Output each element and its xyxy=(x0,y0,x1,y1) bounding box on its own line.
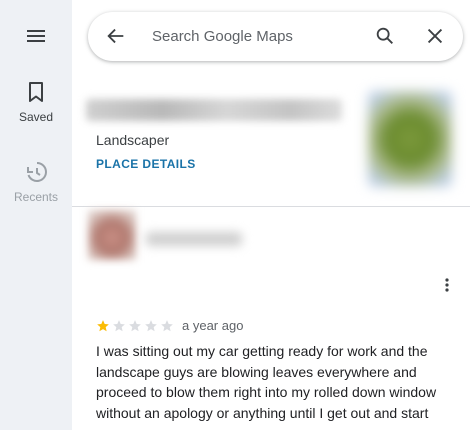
search-input[interactable] xyxy=(152,22,372,50)
review-rating xyxy=(96,319,174,333)
hamburger-menu-icon xyxy=(27,30,45,42)
saved-label: Saved xyxy=(18,110,54,124)
search-icon xyxy=(376,27,393,44)
bookmark-icon xyxy=(29,82,43,102)
more-vert-icon xyxy=(445,278,449,292)
more-options-button[interactable] xyxy=(440,276,454,299)
clear-search-button[interactable] xyxy=(424,25,446,52)
back-button[interactable] xyxy=(105,25,127,52)
star-empty-icon xyxy=(113,320,125,332)
reviewer-name-redacted[interactable] xyxy=(146,232,242,246)
place-details-link[interactable]: PLACE DETAILS xyxy=(96,157,196,171)
recents-label: Recents xyxy=(13,190,59,204)
star-empty-icon xyxy=(161,320,173,332)
history-icon xyxy=(27,162,47,182)
place-photo[interactable] xyxy=(368,91,452,187)
menu-button[interactable] xyxy=(0,24,72,48)
search-button[interactable] xyxy=(374,25,396,52)
reviewer-avatar[interactable] xyxy=(88,210,136,260)
search-box xyxy=(88,12,463,61)
place-title-redacted xyxy=(86,99,342,121)
saved-button[interactable]: Saved xyxy=(0,80,72,124)
side-panel: Landscaper PLACE DETAILS a year ago I wa… xyxy=(72,0,470,430)
recents-button[interactable]: Recents xyxy=(0,160,72,204)
review-date: a year ago xyxy=(182,318,244,333)
star-empty-icon xyxy=(145,320,157,332)
close-icon xyxy=(427,28,443,44)
arrow-back-icon xyxy=(107,28,124,44)
place-category: Landscaper xyxy=(96,132,170,148)
star-empty-icon xyxy=(129,320,141,332)
place-card[interactable]: Landscaper PLACE DETAILS xyxy=(72,85,470,207)
review-text: I was sitting out my car getting ready f… xyxy=(96,343,437,421)
star-filled-icon xyxy=(97,320,109,332)
side-rail: Saved Recents xyxy=(0,0,72,430)
